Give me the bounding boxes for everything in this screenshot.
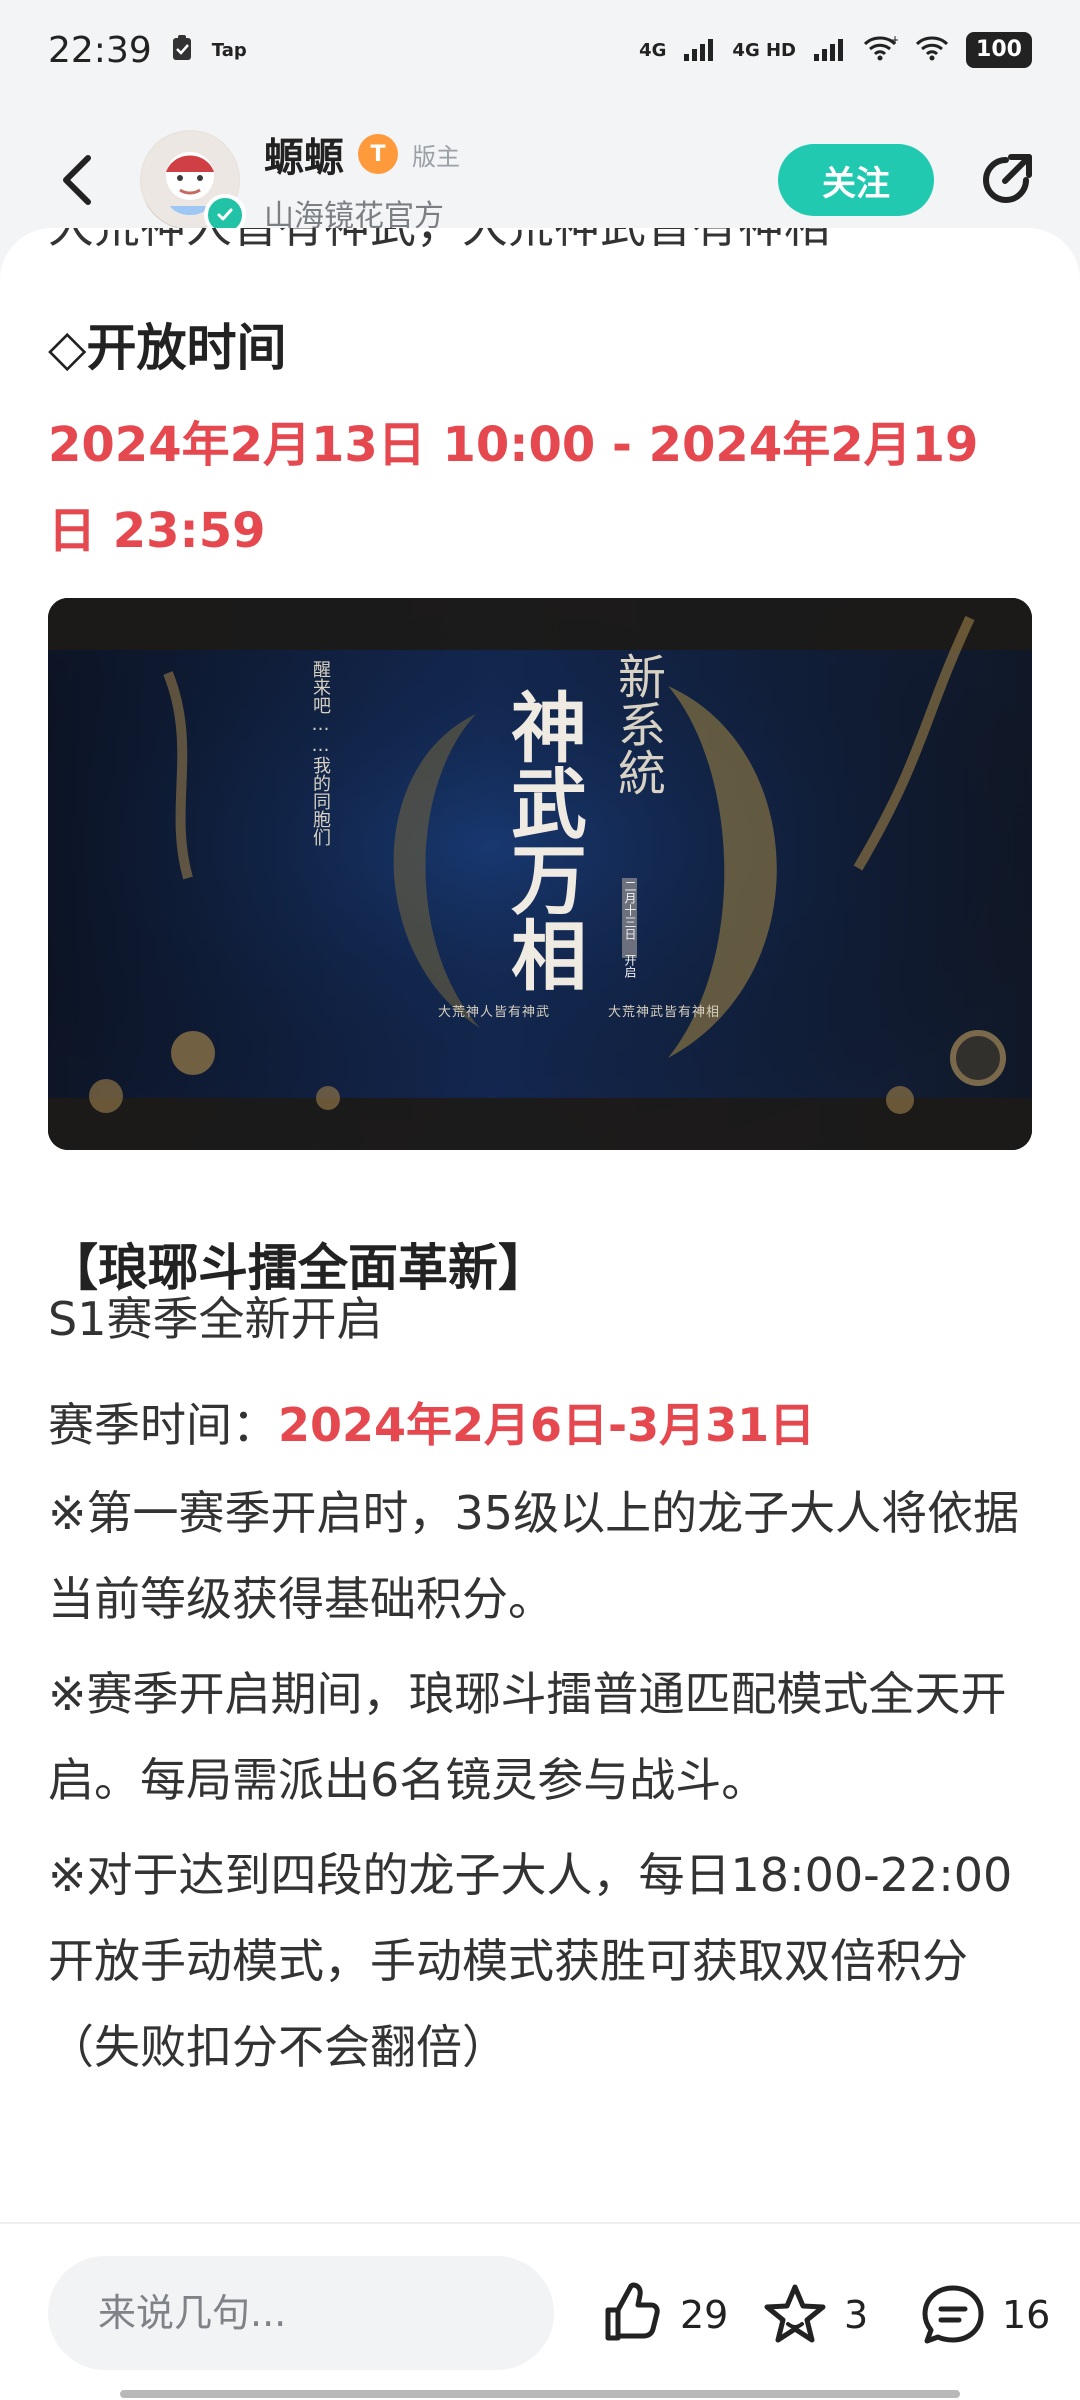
moderator-tag: 版主 [412,142,460,171]
banner-small-label-2: 大荒神武皆有神相 [608,1005,721,1020]
comment-count: 16 [1002,2293,1051,2337]
follow-button[interactable]: 关注 [778,144,934,216]
clipboard-icon [170,30,194,71]
signal-bars-icon [812,30,846,71]
wifi-plus-icon: + [862,30,900,71]
note-paragraph: ※赛季开启期间，琅琊斗擂普通匹配模式全天开启。每局需派出6名镜灵参与战斗。 [48,1667,1007,1807]
share-icon [983,154,1032,203]
banner-open-date: 二月十三日 开启 [623,880,637,978]
opening-time-heading: ◇开放时间 [48,319,287,377]
signal-bars-icon [682,30,716,71]
status-time: 22:39 [48,29,152,71]
wifi-icon [914,30,950,71]
avatar[interactable] [140,130,246,236]
back-button[interactable] [36,140,116,220]
season-time-label: 赛季时间： [48,1398,278,1452]
home-indicator[interactable] [120,2390,960,2398]
comment-button[interactable]: 16 [918,2280,1050,2350]
tap-icon: Tap [211,39,247,61]
back-arrow-icon [63,155,91,205]
note-paragraph: ※对于达到四段的龙子大人，每日18:00-22:00开放手动模式，手动模式获胜可… [48,1848,1013,2074]
thumbs-up-icon [605,2282,660,2341]
status-bar: 22:39 Tap 4G 4G HD + 100 [0,0,1080,100]
note-paragraph: ※第一赛季开启时，35级以上的龙子大人将依据当前等级获得基础积分。 [48,1486,1020,1626]
author-title-row: 螈螈 T 版主 [264,125,460,183]
comment-input[interactable]: 来说几句... [48,2256,554,2370]
level-badge: T [358,134,398,174]
season-start-text: S1赛季全新开启 [48,1292,383,1346]
status-right: 4G 4G HD + 100 [639,30,1032,71]
post-content: 大荒神人皆有神武，大荒神武皆有神相 ◇开放时间 2024年2月13日 10:00… [0,228,1080,2230]
signal-label-2: 4G HD [732,39,796,61]
author-info: 螈螈 T 版主 山海镜花官方 [264,125,460,235]
like-button[interactable]: 29 [596,2280,728,2350]
svg-text:+: + [890,34,898,47]
battery-icon: 100 [966,32,1032,68]
favorite-count: 3 [844,2293,869,2337]
signal-label-1: 4G [639,39,667,61]
banner-main-title: 神武万相 [498,688,587,992]
comment-icon [922,2285,984,2344]
app-root: 22:39 Tap 4G 4G HD + 100 螈螈 T 版主 山海镜花官方 … [0,0,1080,2400]
banner-new-system: 新系統 [609,652,665,796]
like-count: 29 [680,2293,729,2337]
share-button[interactable] [968,142,1044,218]
partial-content-line: 大荒神人皆有神武，大荒神武皆有神相 [48,228,830,256]
status-left: 22:39 Tap [48,30,247,71]
star-icon [764,2284,826,2343]
opening-time-value: 2024年2月13日 10:00 - 2024年2月19日 23:59 [48,417,979,559]
banner-small-label-1: 大荒神人皆有神武 [438,1005,551,1020]
favorite-button[interactable]: 3 [760,2280,868,2350]
author-name: 螈螈 [264,135,344,181]
season-time-value: 2024年2月6日-3月31日 [278,1398,816,1452]
bottom-action-bar: 来说几句... 29 3 16 [0,2222,1080,2400]
season-time-row: 赛季时间：2024年2月6日-3月31日 [48,1382,1032,1468]
banner-vertical-text-left: 醒来吧……我的同胞们 [310,660,331,846]
check-icon [217,208,233,221]
event-banner-image: 醒来吧……我的同胞们 新系統 神武万相 二月十三日 开启 大荒神人皆有神武 大荒… [48,598,1032,1150]
